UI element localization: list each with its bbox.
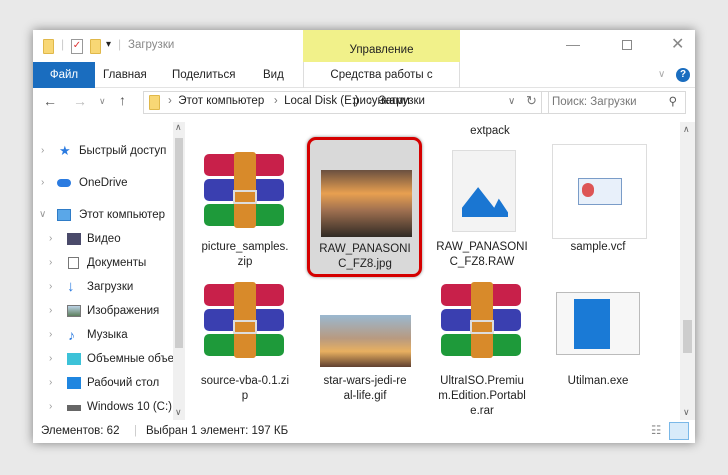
file-name: source-vba-0.1.zi p (200, 375, 290, 402)
sidebar-item-onedrive[interactable]: › OneDrive (33, 172, 173, 194)
item-count: Элементов: 62 (41, 425, 120, 437)
address-dropdown-icon[interactable]: ∨ (508, 96, 515, 107)
gif-thumbnail (320, 315, 411, 367)
back-button[interactable]: ← (43, 93, 57, 109)
file-name: Utilman.exe (567, 375, 629, 387)
sidebar-item-quick-access[interactable]: › ★ Быстрый доступ (33, 140, 173, 162)
file-name: RAW_PANASONI C_FZ8.RAW (436, 241, 528, 268)
file-item[interactable]: UltraISO.Premiu m.Edition.Portabl e.rar (427, 282, 537, 420)
content-scrollbar[interactable]: ∧ ∨ (680, 122, 695, 420)
qat-dropdown-icon[interactable]: ▾ (106, 39, 111, 50)
contact-card-icon (552, 144, 647, 239)
tab-view[interactable]: Вид (263, 62, 284, 88)
tab-file[interactable]: Файл (33, 62, 95, 88)
file-item[interactable]: Utilman.exe (543, 282, 653, 420)
music-icon: ♪ (68, 327, 75, 343)
file-name: sample.vcf (570, 241, 626, 253)
sidebar-item-pictures[interactable]: › Изображения (33, 300, 173, 322)
cloud-icon (57, 179, 71, 187)
file-view: extpack picture_samples. zip RAW_PANASONI… (190, 122, 680, 420)
ribbon-tabs: Файл Главная Поделиться Вид Средства раб… (33, 62, 695, 107)
breadcrumb-this-pc[interactable]: Этот компьютер (178, 95, 264, 107)
close-button[interactable]: ✕ (671, 34, 684, 54)
refresh-button[interactable]: ↻ (526, 93, 537, 109)
title-bar: | ✓ ▾ | Загрузки Управление — ✕ (33, 30, 695, 62)
address-bar[interactable]: › Этот компьютер › Local Disk (E:) › Заг… (143, 91, 549, 114)
file-name: picture_samples. zip (201, 241, 289, 268)
winrar-archive-icon (441, 282, 521, 358)
file-item[interactable]: picture_samples. zip (190, 140, 300, 270)
folder-icon (43, 39, 54, 54)
sidebar-item-documents[interactable]: › Документы (33, 252, 173, 274)
sidebar-item-music[interactable]: › ♪ Музыка (33, 324, 173, 346)
sidebar-scrollbar[interactable]: ∧ ∨ (173, 122, 185, 420)
download-icon: ↓ (67, 278, 75, 295)
explorer-window: | ✓ ▾ | Загрузки Управление — ✕ Файл Гла… (33, 30, 695, 443)
forward-button[interactable]: → (73, 93, 87, 109)
file-item-selected[interactable]: RAW_PANASONI C_FZ8.jpg (307, 137, 422, 277)
help-icon[interactable]: ? (676, 68, 690, 82)
window-title: Загрузки (128, 39, 175, 51)
file-name: RAW_PANASONI C_FZ8.jpg (319, 243, 411, 270)
expand-ribbon-icon[interactable]: ∨ (658, 62, 665, 88)
details-view-button[interactable]: ☷ (651, 420, 661, 443)
sidebar-item-this-pc[interactable]: ∨ Этот компьютер (33, 204, 173, 226)
selection-info: Выбран 1 элемент: 197 КБ (146, 425, 289, 437)
sidebar-item-video[interactable]: › Видео (33, 228, 173, 250)
status-bar: Элементов: 62 | Выбран 1 элемент: 197 КБ… (33, 420, 695, 443)
winrar-archive-icon (204, 152, 284, 228)
raw-file-icon (452, 150, 516, 232)
sidebar-item-desktop[interactable]: › Рабочий стол (33, 372, 173, 394)
new-folder-icon[interactable] (90, 39, 101, 54)
context-group-label: Управление (303, 30, 460, 62)
search-icon: ⚲ (668, 96, 677, 108)
sidebar-item-windows-c[interactable]: › Windows 10 (C:) (33, 396, 173, 418)
file-item[interactable]: source-vba-0.1.zi p (190, 282, 300, 420)
folder-icon (149, 95, 160, 110)
image-thumbnail (321, 170, 412, 237)
star-icon: ★ (59, 143, 71, 158)
application-icon (556, 292, 640, 355)
maximize-button[interactable] (622, 40, 632, 50)
3d-objects-icon (67, 353, 81, 365)
computer-icon (57, 209, 71, 221)
pictures-icon (67, 305, 81, 317)
up-button[interactable]: ↑ (119, 92, 126, 108)
partial-file-label: extpack (470, 125, 510, 137)
recent-dropdown-icon[interactable]: ∨ (99, 96, 106, 107)
winrar-archive-icon (204, 282, 284, 358)
documents-icon (68, 257, 79, 269)
video-icon (67, 233, 81, 245)
properties-icon[interactable]: ✓ (71, 39, 83, 54)
breadcrumb-downloads[interactable]: Загрузки (379, 95, 425, 107)
search-input[interactable]: Поиск: Загрузки ⚲ (541, 91, 686, 114)
tab-share[interactable]: Поделиться (172, 62, 236, 88)
file-item[interactable]: sample.vcf (543, 140, 653, 270)
navigation-pane: › ★ Быстрый доступ › OneDrive ∨ Этот компьют… (33, 122, 185, 420)
sidebar-item-3d-objects[interactable]: ›Объемные объекты (33, 348, 173, 370)
file-item[interactable]: RAW_PANASONI C_FZ8.RAW (427, 140, 537, 270)
file-item[interactable]: star-wars-jedi-re al-life.gif (310, 282, 420, 420)
drive-icon (67, 405, 81, 411)
large-icons-view-button[interactable] (669, 422, 689, 440)
desktop-icon (67, 377, 81, 389)
file-name: UltraISO.Premiu m.Edition.Portabl e.rar (438, 375, 526, 417)
file-name: star-wars-jedi-re al-life.gif (323, 375, 407, 402)
sidebar-item-downloads[interactable]: › ↓ Загрузки (33, 276, 173, 298)
minimize-button[interactable]: — (566, 36, 580, 52)
tab-home[interactable]: Главная (103, 62, 147, 88)
tab-picture-tools[interactable]: Средства работы с рисунками (303, 62, 460, 107)
breadcrumb-local-disk[interactable]: Local Disk (E:) (284, 95, 359, 107)
